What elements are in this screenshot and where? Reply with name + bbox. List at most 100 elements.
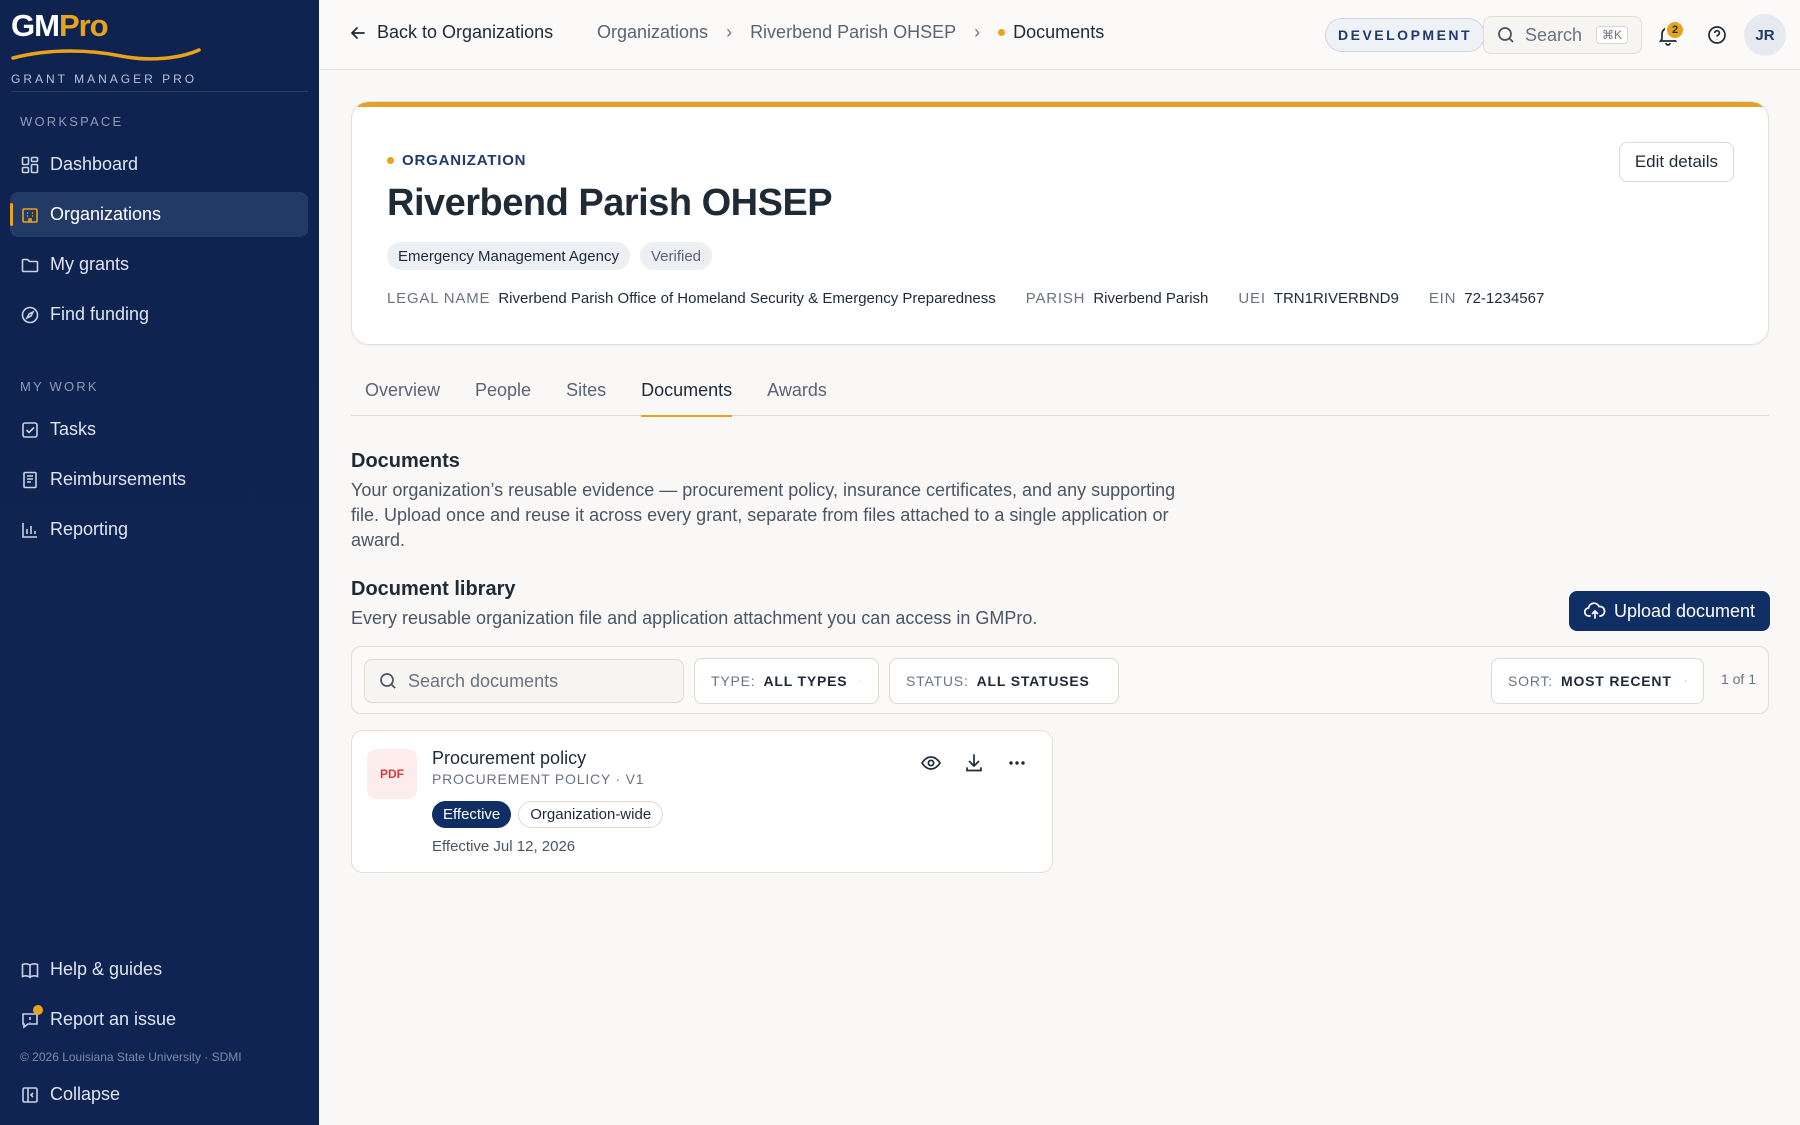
copyright-text: © 2026 Louisiana State University · SDMI [20, 1050, 242, 1064]
sidebar-item-tasks[interactable]: Tasks [10, 407, 308, 452]
eye-icon[interactable] [920, 752, 942, 774]
search-icon [380, 673, 396, 689]
arrow-left-icon [350, 26, 365, 39]
compass-icon [20, 305, 40, 325]
org-meta: LEGAL NAME Riverbend Parish Office of Hom… [387, 290, 1574, 307]
parish-field: PARISH Riverbend Parish [1025, 290, 1209, 307]
workspace-section-label: WORKSPACE [20, 114, 124, 129]
sidebar-collapse-button[interactable]: Collapse [10, 1072, 308, 1117]
cloud-upload-icon [1583, 602, 1606, 619]
status-badge: Effective [432, 801, 512, 828]
folder-icon [20, 255, 40, 275]
tab-people[interactable]: People [461, 370, 545, 416]
documents-description: Your organization’s reusable evidence — … [351, 480, 1176, 550]
sidebar-divider [11, 91, 308, 92]
document-actions [920, 752, 1028, 774]
document-name[interactable]: Procurement policy [432, 748, 586, 769]
search-icon [1498, 27, 1514, 43]
search-placeholder: Search documents [408, 670, 559, 691]
org-eyebrow: ORGANIZATION [387, 152, 526, 169]
status-filter-dropdown[interactable]: STATUS: ALL STATUSES [889, 658, 1119, 704]
tab-awards[interactable]: Awards [753, 370, 841, 416]
document-search-input[interactable]: Search documents [364, 659, 684, 703]
upload-label: Upload document [1613, 600, 1756, 621]
back-link-label: Back to Organizations [377, 22, 554, 42]
logo-subtitle: GRANT MANAGER PRO [11, 72, 198, 86]
pdf-file-icon: PDF [367, 749, 417, 799]
my-work-section-label: MY WORK [20, 379, 99, 394]
sidebar-item-dashboard[interactable]: Dashboard [10, 142, 308, 187]
sidebar-item-reporting[interactable]: Reporting [10, 507, 308, 552]
top-bar: Back to Organizations Organizations › Ri… [319, 0, 1800, 70]
chevron-down-icon [859, 680, 862, 682]
breadcrumb-organizations[interactable]: Organizations [597, 22, 708, 43]
org-eyebrow-label: ORGANIZATION [402, 152, 527, 169]
organization-header-card: ORGANIZATION Riverbend Parish OHSEP Emer… [351, 101, 1769, 345]
chevron-down-icon [1684, 680, 1687, 682]
global-search-button[interactable]: Search ⌘K [1483, 16, 1642, 54]
sidebar-item-label: Collapse [50, 1084, 121, 1104]
sidebar-item-help[interactable]: Help & guides [10, 947, 308, 992]
app-logo[interactable]: GMPro GRANT MANAGER PRO [11, 8, 201, 86]
notification-count-badge: 2 [1665, 20, 1685, 40]
avatar[interactable]: JR [1744, 14, 1786, 56]
report-badge-dot [33, 1004, 43, 1015]
tab-documents[interactable]: Documents [627, 370, 746, 417]
logo-swoosh-icon [11, 48, 201, 61]
tab-overview[interactable]: Overview [351, 370, 454, 416]
legal-name-field: LEGAL NAME Riverbend Parish Office of Hom… [387, 290, 996, 307]
document-tags: Effective Organization-wide [432, 801, 664, 828]
help-circle-icon[interactable] [1706, 24, 1728, 46]
current-dot-icon [998, 29, 1006, 36]
sidebar-item-label: Find funding [50, 304, 150, 324]
sidebar-item-find-funding[interactable]: Find funding [10, 292, 308, 337]
search-placeholder: Search [1525, 24, 1583, 45]
result-count: 1 of 1 [1720, 671, 1756, 687]
document-card[interactable]: PDF Procurement policy PROCUREMENT POLIC… [351, 730, 1053, 873]
sidebar-item-label: Organizations [50, 204, 162, 224]
sort-dropdown[interactable]: SORT: MOST RECENT [1491, 658, 1704, 704]
breadcrumb: Organizations › Riverbend Parish OHSEP ›… [597, 22, 1104, 43]
sidebar-item-label: Dashboard [50, 154, 139, 174]
ein-field: EIN 72-1234567 [1428, 290, 1545, 307]
sidebar-item-report-issue[interactable]: Report an issue [10, 997, 308, 1042]
library-description: Every reusable organization file and app… [351, 608, 1038, 628]
document-effective-date: Effective Jul 12, 2026 [432, 838, 576, 855]
sidebar-item-my-grants[interactable]: My grants [10, 242, 308, 287]
breadcrumb-documents: Documents [1013, 22, 1105, 42]
chevron-right-icon: › [726, 22, 733, 42]
chevron-right-icon: › [974, 22, 981, 42]
sidebar-item-organizations[interactable]: Organizations [10, 192, 308, 237]
filter-bar: Search documents TYPE: ALL TYPES STATUS: A… [351, 646, 1769, 714]
uei-field: UEI TRN1RIVERBND9 [1238, 290, 1399, 307]
sidebar-item-label: Report an issue [50, 1009, 177, 1029]
logo-gm: GM [11, 8, 60, 43]
org-tags: Emergency Management Agency Verified [387, 242, 713, 270]
scope-badge: Organization-wide [518, 801, 664, 828]
more-horizontal-icon[interactable] [1006, 752, 1028, 774]
message-alert-icon [20, 1004, 43, 1030]
org-tabs: Overview People Sites Documents Awards [351, 370, 1769, 417]
breadcrumb-org[interactable]: Riverbend Parish OHSEP [750, 22, 956, 43]
building-icon [20, 205, 40, 225]
library-title: Document library [351, 578, 516, 600]
environment-badge: DEVELOPMENT [1325, 18, 1486, 52]
download-icon[interactable] [963, 752, 985, 774]
org-type-tag: Emergency Management Agency [387, 242, 630, 270]
dashboard-icon [20, 155, 40, 175]
type-filter-dropdown[interactable]: TYPE: ALL TYPES [694, 658, 879, 704]
receipt-icon [20, 470, 40, 490]
verified-badge: Verified [639, 242, 713, 270]
back-to-organizations-link[interactable]: Back to Organizations [349, 22, 553, 43]
book-icon [20, 960, 40, 980]
eyebrow-dot-icon [387, 157, 394, 164]
logo-pro: Pro [58, 8, 109, 43]
search-shortcut: ⌘K [1596, 26, 1629, 44]
sidebar-item-reimbursements[interactable]: Reimbursements [10, 457, 308, 502]
page-title: Riverbend Parish OHSEP [387, 182, 833, 224]
tab-sites[interactable]: Sites [552, 370, 620, 416]
bar-chart-icon [20, 520, 40, 540]
edit-details-button[interactable]: Edit details [1618, 142, 1734, 182]
sidebar: GMPro GRANT MANAGER PRO WORKSPACE Dashbo… [0, 0, 319, 1125]
upload-document-button[interactable]: Upload document [1569, 591, 1770, 631]
